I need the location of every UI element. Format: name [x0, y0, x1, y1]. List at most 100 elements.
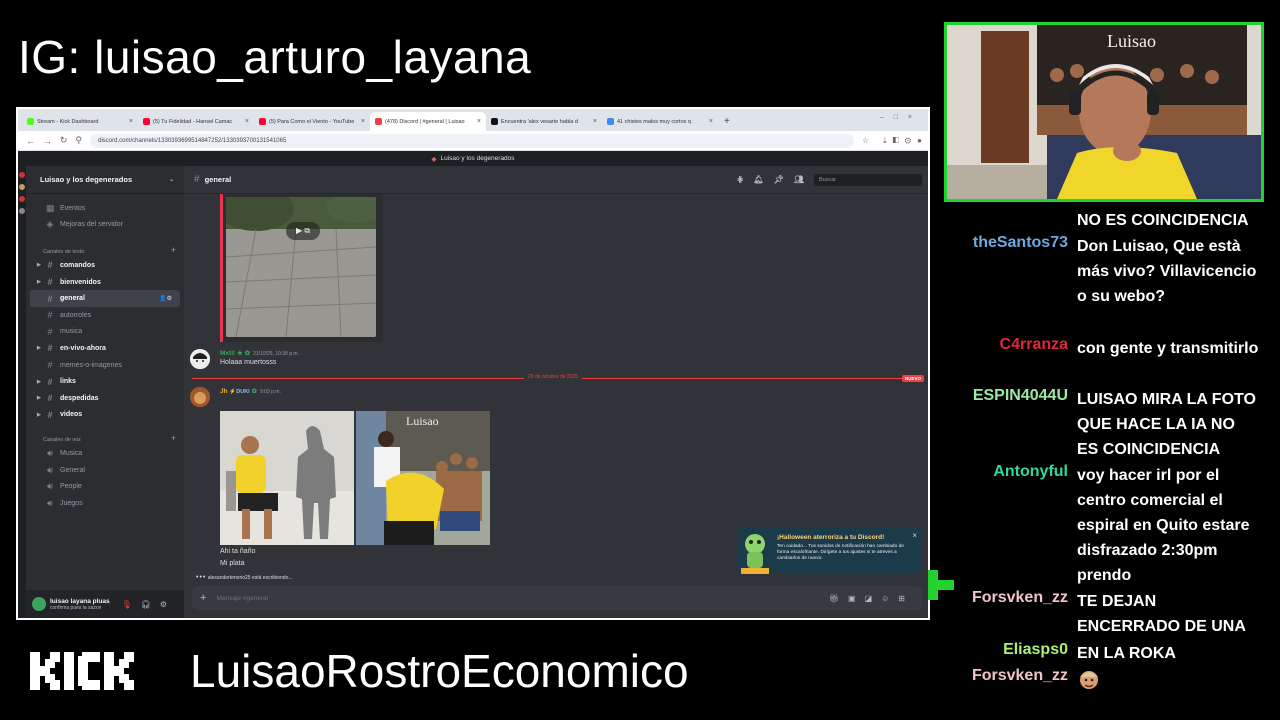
chat-username[interactable]: Antonyful — [993, 463, 1068, 481]
category-text-channels[interactable]: Canales de texto + — [26, 241, 184, 257]
hash-icon: # — [47, 326, 53, 337]
message-composer[interactable]: + Mensaje #general 🎁︎▣◪☺⊞ — [192, 586, 922, 610]
gif-icon[interactable]: ▣ — [848, 594, 865, 603]
add-channel-icon[interactable]: + — [171, 245, 176, 255]
chat-username[interactable]: ESPIN4044U — [973, 387, 1068, 405]
channel-videos[interactable]: ▶ # videos — [26, 407, 184, 424]
close-tab-icon[interactable]: × — [361, 118, 365, 125]
avatar[interactable] — [190, 387, 210, 407]
channel-despedidas[interactable]: ▶ # despedidas — [26, 390, 184, 407]
channel-musica[interactable]: # musica — [26, 324, 184, 341]
sidebar-item-eventos[interactable]: ▦ Eventos — [26, 200, 184, 217]
url-field[interactable]: discord.com/channels/1330393699514847252… — [90, 133, 854, 148]
avatar[interactable] — [190, 349, 210, 369]
close-icon[interactable]: × — [912, 531, 917, 540]
mic-muted-icon[interactable]: 🎙︎ — [122, 600, 141, 609]
message-input[interactable]: Mensaje #general — [216, 595, 268, 602]
toast-title: ¡Halloween aterroriza a tu Discord! — [777, 534, 885, 541]
category-voice-channels[interactable]: Canales de voz + — [26, 429, 184, 445]
forward-icon[interactable]: → — [43, 136, 52, 146]
search-input[interactable]: Buscar — [814, 173, 922, 186]
halloween-toast[interactable]: ¡Halloween aterroriza a tu Discord! Ten … — [737, 528, 922, 574]
message-timestamp: 21/10/25, 10:38 p.m. — [253, 351, 299, 357]
video-thumbnail[interactable]: ▶ ⧉ — [226, 197, 376, 337]
browser-toolbar-icons[interactable]: ⤓◧⚙● — [883, 136, 928, 146]
server-icon[interactable] — [19, 172, 25, 178]
site-info-icon[interactable]: ⚲ — [76, 135, 83, 146]
hash-icon: # — [47, 277, 53, 288]
bookmark-star-icon[interactable]: ☆ — [862, 136, 875, 145]
browser-tab[interactable]: Encuentra 'alex vesarte habla d × — [486, 112, 602, 131]
channel-settings-icon[interactable]: 👤⚙ — [159, 295, 172, 302]
chat-username[interactable]: theSantos73 — [973, 234, 1068, 252]
hash-icon: # — [47, 343, 53, 354]
channel-en-vivo-ahora[interactable]: ▶ # en-vivo-ahora — [26, 340, 184, 357]
message-item: Mxtl! ★ ✿ 21/10/25, 10:38 p.m. Holaaa mue… — [190, 349, 890, 375]
ig-handle-text: IG: luisao_arturo_layana — [18, 31, 532, 83]
chat-username[interactable]: Forsvken_zz — [972, 589, 1068, 607]
hash-icon: # — [194, 174, 200, 185]
attachment-image[interactable] — [220, 411, 354, 545]
channel-general[interactable]: # general 👤⚙ — [30, 290, 180, 307]
close-tab-icon[interactable]: × — [709, 118, 713, 125]
members-icon[interactable]: 👥︎ — [794, 175, 804, 184]
close-tab-icon[interactable]: × — [129, 118, 133, 125]
server-name-header[interactable]: Luisao y los degenerados ⌄ — [26, 166, 184, 194]
toast-body: Ten cuidado... Tus sonidos de notificaci… — [777, 544, 904, 562]
new-tab-button[interactable]: + — [724, 116, 730, 127]
server-icon[interactable] — [19, 208, 25, 214]
browser-tab[interactable]: 41 chistes malos muy cortos q × — [602, 112, 718, 131]
chat-username[interactable]: C4rranza — [1000, 336, 1068, 354]
browser-tab[interactable]: (5) Tu Fidelidad - Hansel Camac × — [138, 112, 254, 131]
gift-icon[interactable]: 🎁︎ — [829, 594, 848, 603]
window-controls[interactable]: –□× — [880, 114, 922, 121]
speaker-icon: 🔊︎ — [47, 447, 53, 458]
chat-text: TE DEJAN ENCERRADO DE UNA — [1077, 593, 1246, 635]
reload-icon[interactable]: ↻ — [60, 135, 68, 146]
headphones-icon[interactable]: 🎧︎ — [141, 600, 160, 609]
chat-username[interactable]: Eliasps0 — [1003, 641, 1068, 659]
close-tab-icon[interactable]: × — [477, 118, 481, 125]
tab-strip: Stream - Kick Dashboard × (5) Tu Fidelida… — [18, 109, 928, 131]
voice-channel-people[interactable]: 🔊︎ People — [26, 478, 184, 495]
channel-autorroles[interactable]: # autorroles — [26, 307, 184, 324]
channel-name-text: LuisaoRostroEconomico — [190, 645, 689, 697]
kick-favicon-icon — [27, 118, 34, 125]
channel-memes-o-imagenes[interactable]: # memes-o-imagenes — [26, 357, 184, 374]
voice-channel-general[interactable]: 🔊︎ General — [26, 462, 184, 479]
server-icon[interactable] — [19, 184, 25, 190]
threads-icon[interactable]: ⋕ — [737, 175, 744, 184]
emoji-icon[interactable]: ☺ — [881, 594, 898, 603]
add-channel-icon[interactable]: + — [171, 433, 176, 443]
voice-channel-musica[interactable]: 🔊︎ Musica — [26, 445, 184, 462]
close-tab-icon[interactable]: × — [593, 118, 597, 125]
browser-tab[interactable]: Stream - Kick Dashboard × — [22, 112, 138, 131]
browser-tab[interactable]: (5) Para Como el Viento - YouTube × — [254, 112, 370, 131]
attachment-image[interactable]: Luisao — [356, 411, 490, 545]
sticker-icon[interactable]: ◪ — [865, 594, 882, 603]
apps-icon[interactable]: ⊞ — [898, 594, 914, 603]
server-icon[interactable] — [19, 196, 25, 202]
pin-icon[interactable]: 📌︎ — [774, 175, 784, 184]
user-avatar-face — [190, 387, 210, 407]
voice-channel-juegos[interactable]: 🔊︎ Juegos — [26, 495, 184, 512]
gear-icon[interactable]: ⚙ — [160, 600, 176, 609]
channel-links[interactable]: ▶ # links — [26, 373, 184, 390]
message-author[interactable]: Jh ⚡DUKI ✿ 9:03 p.m. — [220, 387, 281, 395]
play-icon[interactable]: ▶ ⧉ — [286, 222, 320, 240]
channel-comandos[interactable]: ▶ # comandos — [26, 257, 184, 274]
emote-icon — [1080, 670, 1098, 689]
server-name: Luisao y los degenerados — [40, 175, 133, 184]
unread-dot-icon: ▶ — [37, 279, 41, 286]
back-icon[interactable]: ← — [26, 136, 35, 146]
hash-icon: # — [47, 293, 53, 304]
attach-plus-icon[interactable]: + — [200, 592, 206, 604]
close-tab-icon[interactable]: × — [245, 118, 249, 125]
message-author[interactable]: Mxtl! ★ ✿ 21/10/25, 10:38 p.m. — [220, 349, 299, 357]
channel-bienvenidos[interactable]: ▶ # bienvenidos — [26, 274, 184, 291]
bell-icon[interactable]: 🔔︎ — [754, 175, 764, 184]
browser-tab-active[interactable]: (478) Discord | #general | Luisao × — [370, 112, 486, 131]
chat-username[interactable]: Forsvken_zz — [972, 667, 1068, 685]
avatar[interactable] — [32, 597, 46, 611]
sidebar-item-mejoras[interactable]: ◈ Mejoras del servidor — [26, 217, 184, 234]
